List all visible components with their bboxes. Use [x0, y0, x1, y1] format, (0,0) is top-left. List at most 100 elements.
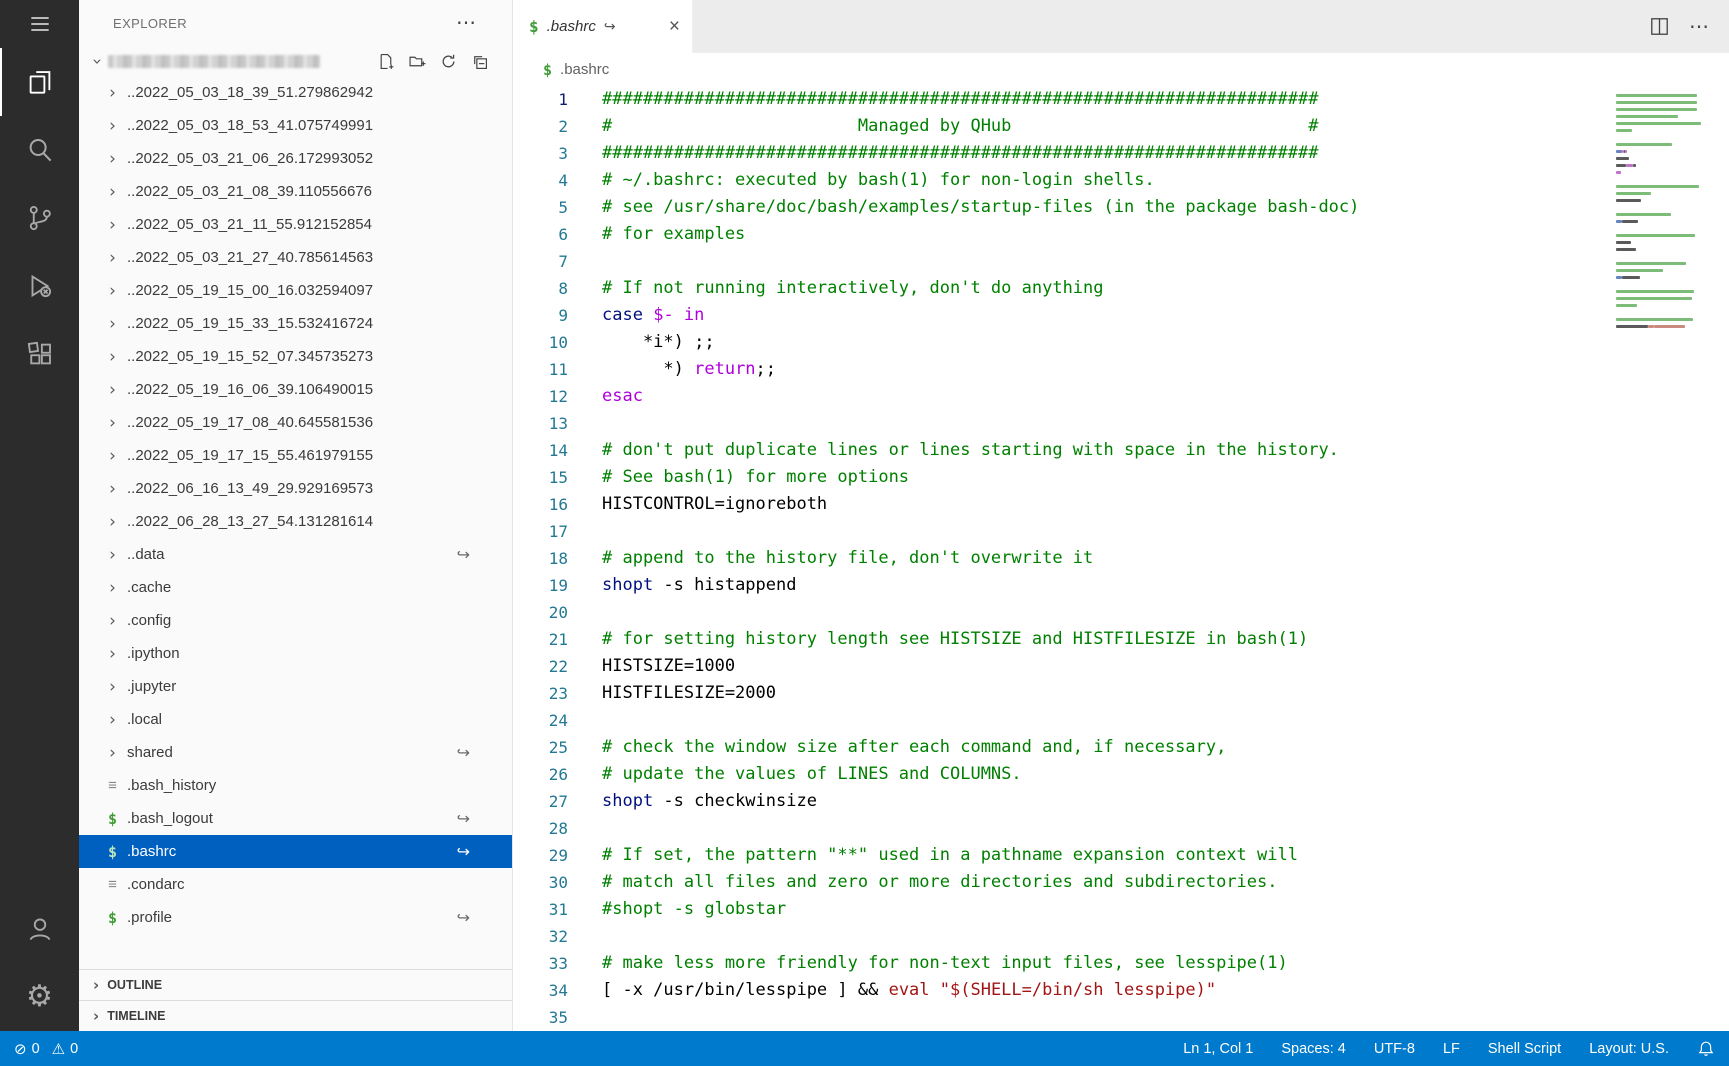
- refresh-icon[interactable]: [439, 52, 457, 70]
- status-keyboard-layout[interactable]: Layout: U.S.: [1589, 1041, 1669, 1057]
- line-number[interactable]: 30: [513, 869, 568, 896]
- outline-section-header[interactable]: › OUTLINE: [79, 969, 512, 1000]
- tree-item-bash-logout[interactable]: $.bash_logout↪: [79, 802, 512, 835]
- code-line-text[interactable]: shopt -s checkwinsize: [602, 788, 817, 815]
- tree-item-2022-05-03-18-39-51-279862942[interactable]: ›..2022_05_03_18_39_51.279862942: [79, 76, 512, 109]
- status-encoding[interactable]: UTF-8: [1374, 1041, 1415, 1057]
- line-number[interactable]: 20: [513, 599, 568, 626]
- source-control-icon[interactable]: [0, 184, 79, 252]
- settings-gear-icon[interactable]: ⚙: [0, 963, 79, 1031]
- code-line-text[interactable]: # for setting history length see HISTSIZ…: [602, 626, 1308, 653]
- tree-item-2022-06-16-13-49-29-929169573[interactable]: ›..2022_06_16_13_49_29.929169573: [79, 472, 512, 505]
- tree-item-2022-05-03-21-08-39-110556676[interactable]: ›..2022_05_03_21_08_39.110556676: [79, 175, 512, 208]
- tree-item-shared[interactable]: ›shared↪: [79, 736, 512, 769]
- line-number[interactable]: 29: [513, 842, 568, 869]
- line-number[interactable]: 18: [513, 545, 568, 572]
- code-line-text[interactable]: # append to the history file, don't over…: [602, 545, 1093, 572]
- workspace-header[interactable]: ›: [79, 46, 512, 76]
- code-line-text[interactable]: HISTCONTROL=ignoreboth: [602, 491, 827, 518]
- new-folder-button[interactable]: [408, 52, 426, 70]
- code-line-text[interactable]: # for examples: [602, 221, 745, 248]
- search-icon[interactable]: [0, 116, 79, 184]
- line-number[interactable]: 21: [513, 626, 568, 653]
- line-number[interactable]: 25: [513, 734, 568, 761]
- split-editor-button[interactable]: [1650, 17, 1669, 36]
- timeline-section-header[interactable]: › TIMELINE: [79, 1000, 512, 1031]
- tree-item-2022-05-19-16-06-39-106490015[interactable]: ›..2022_05_19_16_06_39.106490015: [79, 373, 512, 406]
- line-number[interactable]: 24: [513, 707, 568, 734]
- code-line-text[interactable]: shopt -s histappend: [602, 572, 796, 599]
- run-debug-icon[interactable]: [0, 252, 79, 320]
- line-number[interactable]: 6: [513, 221, 568, 248]
- code-line-text[interactable]: *i*) ;;: [602, 329, 715, 356]
- line-number[interactable]: 33: [513, 950, 568, 977]
- code-line-text[interactable]: # ~/.bashrc: executed by bash(1) for non…: [602, 167, 1155, 194]
- code-line-text[interactable]: # check the window size after each comma…: [602, 734, 1226, 761]
- line-number[interactable]: 1: [513, 86, 568, 113]
- code-line-text[interactable]: # See bash(1) for more options: [602, 464, 909, 491]
- tree-item-2022-05-19-17-08-40-645581536[interactable]: ›..2022_05_19_17_08_40.645581536: [79, 406, 512, 439]
- line-number[interactable]: 28: [513, 815, 568, 842]
- code-line-text[interactable]: HISTFILESIZE=2000: [602, 680, 776, 707]
- editor-more-actions-icon[interactable]: ⋯: [1689, 17, 1709, 37]
- status-language-mode[interactable]: Shell Script: [1488, 1041, 1561, 1057]
- status-cursor-position[interactable]: Ln 1, Col 1: [1183, 1041, 1253, 1057]
- tree-item-2022-05-19-15-33-15-532416724[interactable]: ›..2022_05_19_15_33_15.532416724: [79, 307, 512, 340]
- collapse-folders-icon[interactable]: [470, 52, 488, 70]
- tree-item-bash-history[interactable]: ≡.bash_history: [79, 769, 512, 802]
- code-line-text[interactable]: #shopt -s globstar: [602, 896, 786, 923]
- code-line-text[interactable]: # don't put duplicate lines or lines sta…: [602, 437, 1339, 464]
- menu-icon[interactable]: [0, 0, 79, 48]
- line-number[interactable]: 8: [513, 275, 568, 302]
- line-number[interactable]: 9: [513, 302, 568, 329]
- code-line-text[interactable]: # If set, the pattern "**" used in a pat…: [602, 842, 1298, 869]
- code-line-text[interactable]: case $- in: [602, 302, 704, 329]
- account-icon[interactable]: [0, 895, 79, 963]
- code-line-text[interactable]: # Managed by QHub #: [602, 113, 1318, 140]
- new-file-button[interactable]: [377, 52, 395, 70]
- code-line-text[interactable]: HISTSIZE=1000: [602, 653, 735, 680]
- tree-item-condarc[interactable]: ≡.condarc: [79, 868, 512, 901]
- line-number[interactable]: 31: [513, 896, 568, 923]
- tree-item-ipython[interactable]: ›.ipython: [79, 637, 512, 670]
- code-line-text[interactable]: ########################################…: [602, 140, 1318, 167]
- explorer-more-actions-icon[interactable]: ⋯: [456, 13, 476, 33]
- code-line-text[interactable]: # match all files and zero or more direc…: [602, 869, 1278, 896]
- line-number[interactable]: 5: [513, 194, 568, 221]
- line-number[interactable]: 14: [513, 437, 568, 464]
- code-line-text[interactable]: # make less more friendly for non-text i…: [602, 950, 1288, 977]
- tree-item-profile[interactable]: $.profile↪: [79, 901, 512, 934]
- line-number[interactable]: 26: [513, 761, 568, 788]
- line-number[interactable]: 16: [513, 491, 568, 518]
- minimap[interactable]: [1616, 92, 1711, 337]
- tree-item-cache[interactable]: ›.cache: [79, 571, 512, 604]
- line-number[interactable]: 13: [513, 410, 568, 437]
- code-line-text[interactable]: esac: [602, 383, 643, 410]
- tree-item-local[interactable]: ›.local: [79, 703, 512, 736]
- explorer-icon[interactable]: [0, 48, 79, 116]
- tree-item-2022-05-03-18-53-41-075749991[interactable]: ›..2022_05_03_18_53_41.075749991: [79, 109, 512, 142]
- code-line-text[interactable]: *) return;;: [602, 356, 776, 383]
- tree-item-2022-05-19-17-15-55-461979155[interactable]: ›..2022_05_19_17_15_55.461979155: [79, 439, 512, 472]
- line-number[interactable]: 35: [513, 1004, 568, 1031]
- tree-item-2022-05-19-15-52-07-345735273[interactable]: ›..2022_05_19_15_52_07.345735273: [79, 340, 512, 373]
- line-number[interactable]: 23: [513, 680, 568, 707]
- tree-item-2022-05-03-21-27-40-785614563[interactable]: ›..2022_05_03_21_27_40.785614563: [79, 241, 512, 274]
- tree-item-2022-06-28-13-27-54-131281614[interactable]: ›..2022_06_28_13_27_54.131281614: [79, 505, 512, 538]
- code-line-text[interactable]: # update the values of LINES and COLUMNS…: [602, 761, 1022, 788]
- line-number[interactable]: 11: [513, 356, 568, 383]
- line-number[interactable]: 4: [513, 167, 568, 194]
- line-number[interactable]: 7: [513, 248, 568, 275]
- line-number[interactable]: 34: [513, 977, 568, 1004]
- line-number[interactable]: 22: [513, 653, 568, 680]
- tree-item-jupyter[interactable]: ›.jupyter: [79, 670, 512, 703]
- extensions-icon[interactable]: [0, 320, 79, 388]
- code-line-text[interactable]: # If not running interactively, don't do…: [602, 275, 1104, 302]
- code-line-text[interactable]: ########################################…: [602, 86, 1318, 113]
- tree-item-config[interactable]: ›.config: [79, 604, 512, 637]
- code-line-text[interactable]: [ -x /usr/bin/lesspipe ] && eval "$(SHEL…: [602, 977, 1216, 1004]
- line-number[interactable]: 27: [513, 788, 568, 815]
- line-number[interactable]: 15: [513, 464, 568, 491]
- status-indentation[interactable]: Spaces: 4: [1281, 1041, 1346, 1057]
- tree-item-bashrc[interactable]: $.bashrc↪: [79, 835, 512, 868]
